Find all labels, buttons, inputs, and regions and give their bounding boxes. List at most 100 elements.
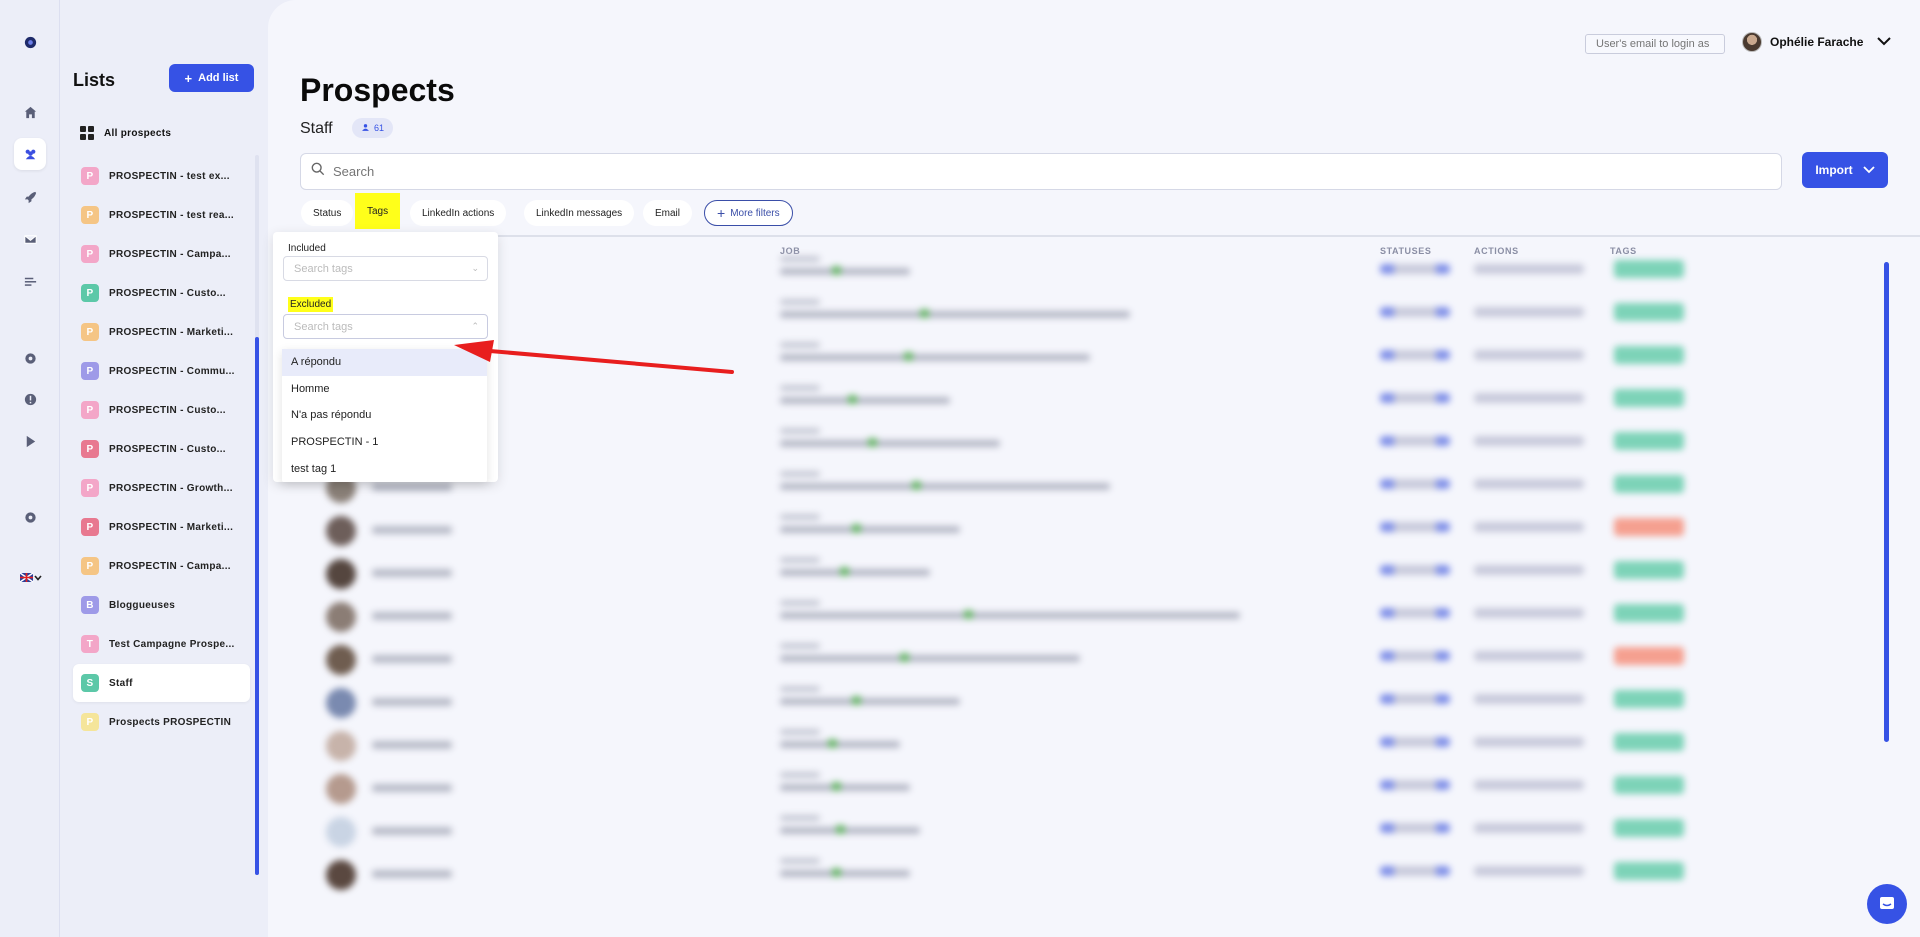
filter-email[interactable]: Email	[643, 200, 693, 226]
list-item[interactable]: S Staff	[73, 664, 250, 702]
tag-option[interactable]: PROSPECTIN - 1	[282, 429, 487, 456]
table-row[interactable]	[298, 381, 1718, 423]
table-row[interactable]	[298, 639, 1718, 681]
language-flag-icon[interactable]	[14, 562, 48, 594]
list-item[interactable]: P PROSPECTIN - Custo...	[73, 274, 250, 312]
row-name-placeholder	[372, 612, 452, 620]
row-tag-placeholder	[1614, 604, 1684, 622]
add-list-label: Add list	[198, 72, 239, 84]
help-icon[interactable]	[14, 383, 46, 415]
row-job-placeholder	[780, 299, 820, 305]
table-row[interactable]	[298, 768, 1718, 810]
row-status-placeholder	[1380, 694, 1450, 704]
list-item-label: PROSPECTIN - Growth...	[109, 482, 233, 494]
table-row[interactable]	[298, 467, 1718, 509]
list-item[interactable]: P PROSPECTIN - test rea...	[73, 196, 250, 234]
list-item[interactable]: P PROSPECTIN - Campa...	[73, 235, 250, 273]
table-row[interactable]	[298, 295, 1718, 337]
list-item[interactable]: P PROSPECTIN - Custo...	[73, 430, 250, 468]
included-tags-search[interactable]: Search tags ⌄	[283, 256, 488, 281]
table-scrollbar[interactable]	[1884, 262, 1889, 742]
login-as-email-input[interactable]	[1585, 34, 1725, 54]
user-menu[interactable]: Ophélie Farache	[1742, 32, 1892, 52]
row-status-placeholder	[1380, 780, 1450, 790]
row-job-placeholder	[780, 354, 1090, 361]
table-row[interactable]	[298, 854, 1718, 896]
row-job-placeholder	[780, 428, 820, 434]
prospects-icon[interactable]	[14, 138, 46, 170]
logo-icon[interactable]	[14, 26, 46, 58]
row-name-placeholder	[372, 655, 452, 663]
table-row[interactable]	[298, 725, 1718, 767]
tag-option[interactable]: test tag 1	[282, 455, 487, 482]
list-item[interactable]: P PROSPECTIN - Campa...	[73, 547, 250, 585]
table-row[interactable]	[298, 510, 1718, 552]
chat-icon	[1880, 897, 1894, 909]
row-name-placeholder	[372, 569, 452, 577]
admin-gear-icon[interactable]	[14, 501, 46, 533]
row-actions-placeholder	[1474, 823, 1584, 833]
avatar	[326, 559, 356, 589]
row-dot	[868, 438, 877, 447]
table-row[interactable]	[298, 682, 1718, 724]
search-input[interactable]	[333, 164, 1733, 179]
play-icon[interactable]	[14, 425, 46, 457]
table-row[interactable]	[298, 424, 1718, 466]
avatar	[326, 817, 356, 847]
row-job-placeholder	[780, 815, 820, 821]
list-item[interactable]: T Test Campagne Prospe...	[73, 625, 250, 663]
tag-option[interactable]: N'a pas répondu	[282, 402, 487, 429]
list-badge: P	[81, 479, 99, 497]
row-job-placeholder	[780, 784, 910, 791]
table-row[interactable]	[298, 596, 1718, 638]
home-icon[interactable]	[14, 96, 46, 128]
settings-gear-icon[interactable]	[14, 342, 46, 374]
list-item-label: PROSPECTIN - Custo...	[109, 404, 226, 416]
avatar	[326, 602, 356, 632]
chevron-down-icon	[1877, 35, 1892, 49]
tasks-list-icon[interactable]	[14, 265, 46, 297]
lists-scrollbar-thumb[interactable]	[255, 337, 259, 875]
avatar	[1742, 32, 1762, 52]
row-tag-placeholder	[1614, 733, 1684, 751]
table-row[interactable]	[298, 553, 1718, 595]
all-prospects-item[interactable]: All prospects	[80, 126, 171, 140]
list-item[interactable]: P PROSPECTIN - test ex...	[73, 157, 250, 195]
list-item-label: PROSPECTIN - test ex...	[109, 170, 230, 182]
campaigns-rocket-icon[interactable]	[14, 181, 46, 213]
list-badge: P	[81, 323, 99, 341]
row-job-placeholder	[780, 342, 820, 348]
more-filters-label: More filters	[730, 207, 780, 219]
lists-title: Lists	[73, 70, 116, 90]
row-dot	[840, 567, 849, 576]
table-row[interactable]	[298, 252, 1718, 294]
list-item[interactable]: P PROSPECTIN - Custo...	[73, 391, 250, 429]
filter-status[interactable]: Status	[301, 200, 354, 226]
filter-linkedin-actions[interactable]: LinkedIn actions	[410, 200, 507, 226]
table-row[interactable]	[298, 811, 1718, 853]
list-item-label: PROSPECTIN - Campa...	[109, 248, 231, 260]
list-item[interactable]: B Bloggueuses	[73, 586, 250, 624]
excluded-tags-search[interactable]: Search tags ⌃	[283, 314, 488, 339]
chat-widget-button[interactable]	[1867, 884, 1907, 924]
row-job-placeholder	[780, 557, 820, 563]
list-item[interactable]: P PROSPECTIN - Marketi...	[73, 508, 250, 546]
filter-tags[interactable]: Tags	[355, 193, 401, 229]
list-item[interactable]: P PROSPECTIN - Growth...	[73, 469, 250, 507]
row-job-placeholder	[780, 311, 1130, 318]
row-dot	[832, 782, 841, 791]
more-filters-button[interactable]: + More filters	[704, 200, 793, 226]
row-job-placeholder	[780, 440, 1000, 447]
filter-linkedin-messages[interactable]: LinkedIn messages	[524, 200, 635, 226]
import-button[interactable]: Import	[1802, 152, 1888, 188]
list-item[interactable]: P Prospects PROSPECTIN	[73, 703, 250, 741]
row-name-placeholder	[372, 827, 452, 835]
list-item[interactable]: P PROSPECTIN - Marketi...	[73, 313, 250, 351]
row-dot	[832, 868, 841, 877]
chevron-down-icon: ⌄	[471, 263, 479, 273]
row-job-placeholder	[780, 483, 1110, 490]
search-bar[interactable]	[300, 153, 1782, 190]
list-item[interactable]: P PROSPECTIN - Commu...	[73, 352, 250, 390]
messages-envelope-icon[interactable]	[14, 223, 46, 255]
add-list-button[interactable]: + Add list	[169, 64, 254, 92]
